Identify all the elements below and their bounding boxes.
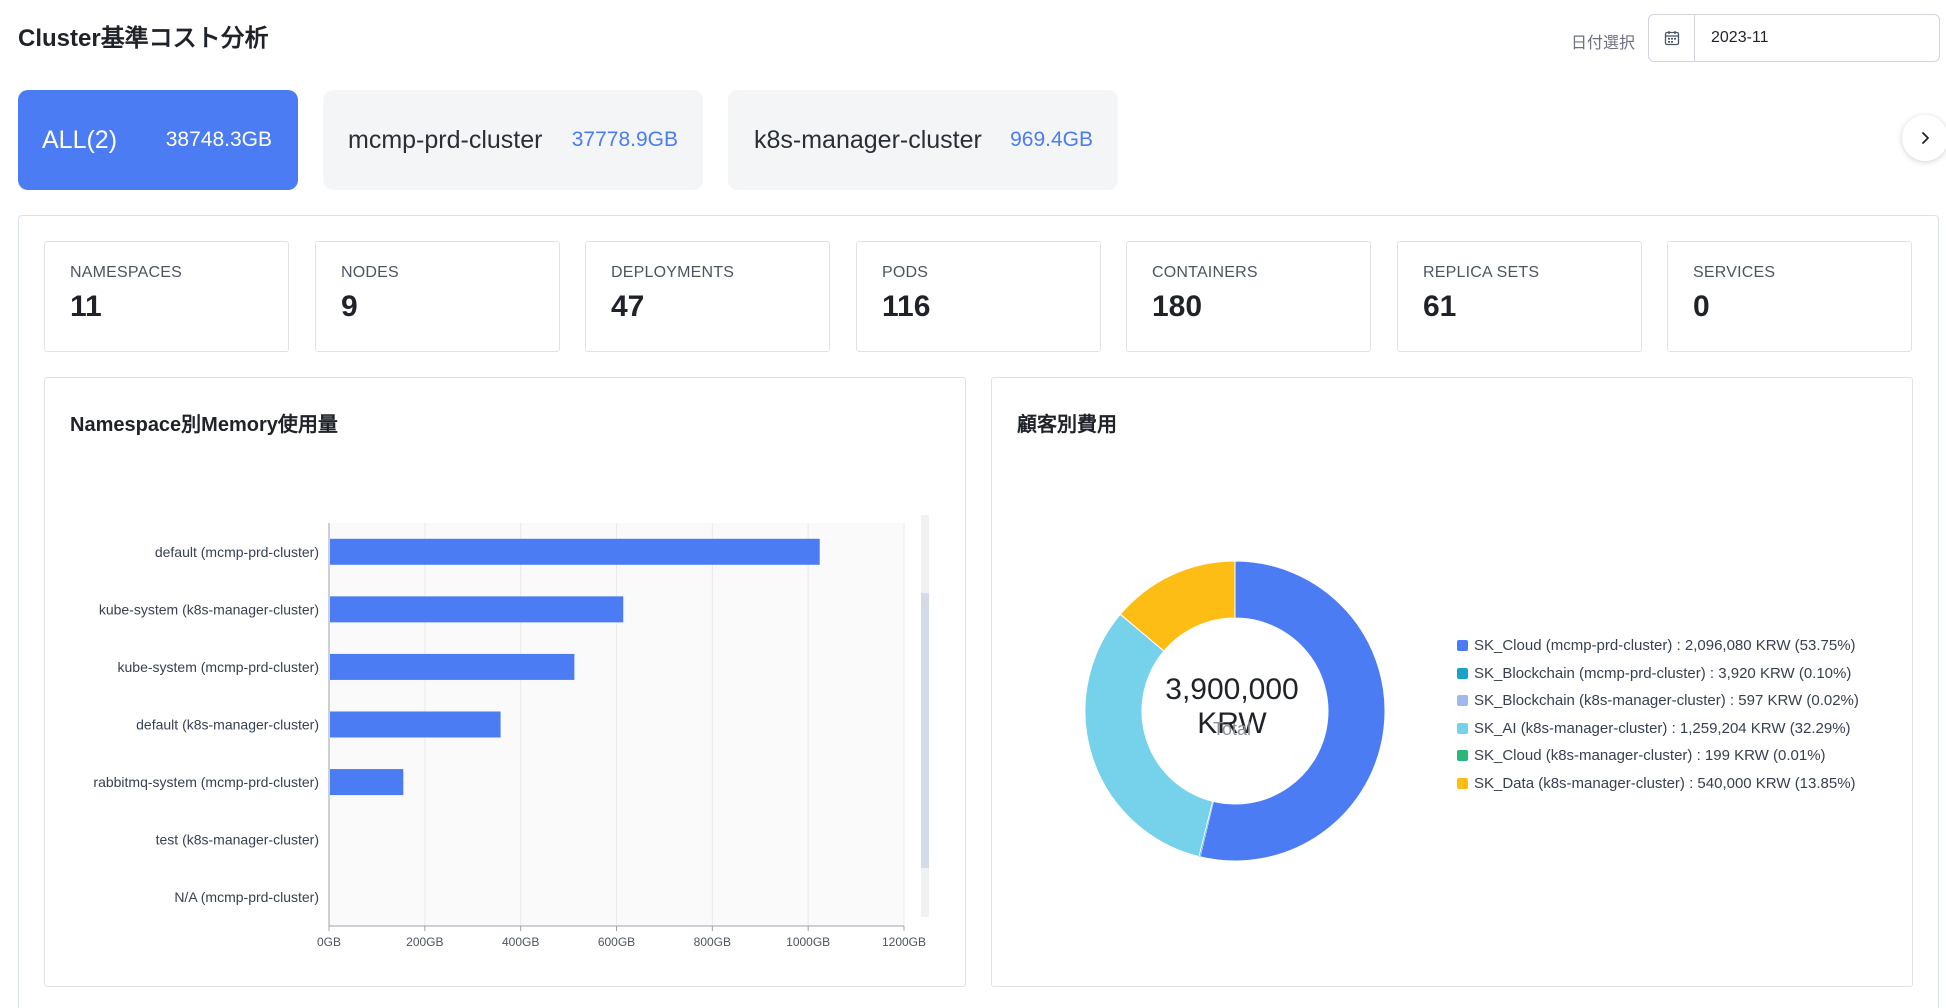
legend-swatch [1457, 722, 1468, 734]
stat-pods: PODS 116 [856, 241, 1101, 352]
stat-value: 61 [1423, 290, 1457, 323]
cluster-tab-name: ALL(2) [42, 125, 118, 154]
scrollbar-handle[interactable] [921, 593, 929, 868]
stat-value: 47 [611, 290, 645, 323]
x-tick-label: 0GB [317, 935, 341, 949]
x-tick-label: 600GB [598, 935, 635, 949]
bar[interactable] [330, 653, 575, 680]
cost-legend: SK_Cloud (mcmp-prd-cluster) : 2,096,080 … [1457, 632, 1859, 797]
cluster-tab-size: 969.4GB [1010, 128, 1093, 151]
bar[interactable] [330, 596, 624, 623]
x-tick-label: 800GB [694, 935, 731, 949]
legend-swatch [1457, 695, 1468, 707]
cluster-tab-all[interactable]: ALL(2) 38748.3GB [18, 90, 298, 190]
y-category-label: default (mcmp-prd-cluster) [155, 544, 319, 560]
stat-label: NODES [341, 264, 399, 281]
label-clip [45, 513, 71, 936]
stat-nodes: NODES 9 [315, 241, 560, 352]
legend-swatch [1457, 640, 1468, 652]
bar[interactable] [330, 538, 820, 565]
stat-value: 116 [882, 290, 931, 323]
cluster-tab-size: 38748.3GB [165, 128, 272, 151]
cluster-tab-k8s-manager-cluster[interactable]: k8s-manager-cluster 969.4GB [728, 90, 1118, 190]
x-tick-label: 400GB [502, 935, 539, 949]
x-tick-label: 1000GB [786, 935, 830, 949]
y-category-label: kube-system (k8s-manager-cluster) [99, 601, 319, 617]
date-picker[interactable]: 2023-11 [1648, 14, 1940, 62]
chevron-right-icon [1922, 132, 1929, 144]
calendar-icon[interactable] [1649, 15, 1695, 61]
page-title: Cluster基準コスト分析 [18, 25, 269, 52]
stat-services: SERVICES 0 [1667, 241, 1912, 352]
legend-item[interactable]: SK_Cloud (mcmp-prd-cluster) : 2,096,080 … [1457, 632, 1859, 660]
legend-item[interactable]: SK_Data (k8s-manager-cluster) : 540,000 … [1457, 770, 1859, 798]
x-tick-label: 1200GB [882, 935, 926, 949]
y-category-label: test (k8s-manager-cluster) [156, 832, 319, 848]
stat-value: 11 [70, 290, 102, 323]
y-category-label: default (k8s-manager-cluster) [136, 717, 319, 733]
stat-label: DEPLOYMENTS [611, 264, 735, 281]
next-button[interactable] [1902, 115, 1946, 161]
stat-value: 0 [1693, 290, 1710, 323]
legend-label: SK_Blockchain (k8s-manager-cluster) : 59… [1474, 692, 1859, 710]
stat-label: REPLICA SETS [1423, 264, 1540, 281]
stat-label: SERVICES [1693, 264, 1776, 281]
bar[interactable] [330, 711, 501, 738]
memory-usage-card: Namespace別Memory使用量 0GB 200GB 400GB 600GB 80… [44, 377, 966, 987]
legend-label: SK_Data (k8s-manager-cluster) : 540,000 … [1474, 774, 1856, 792]
legend-label: SK_AI (k8s-manager-cluster) : 1,259,204 … [1474, 719, 1851, 737]
legend-label: SK_Cloud (mcmp-prd-cluster) : 2,096,080 … [1474, 637, 1856, 655]
cluster-tab-size: 37778.9GB [571, 128, 678, 151]
x-tick-label: 200GB [406, 935, 443, 949]
stat-value: 180 [1152, 290, 1203, 323]
legend-item[interactable]: SK_Blockchain (mcmp-prd-cluster) : 3,920… [1457, 660, 1859, 688]
donut-total-label: Total [1212, 719, 1252, 739]
cost-card-title: 顧客別費用 [1017, 414, 1117, 436]
stat-namespaces: NAMESPACES 11 [44, 241, 289, 352]
stat-replica-sets: REPLICA SETS 61 [1397, 241, 1642, 352]
memory-bar-chart: 0GB 200GB 400GB 600GB 800GB 1000GB 1200GB defau… [45, 513, 929, 949]
legend-item[interactable]: SK_Blockchain (k8s-manager-cluster) : 59… [1457, 687, 1859, 715]
legend-item[interactable]: SK_AI (k8s-manager-cluster) : 1,259,204 … [1457, 715, 1859, 743]
stat-label: CONTAINERS [1152, 264, 1258, 281]
y-category-label: N/A (mcmp-prd-cluster) [174, 889, 319, 905]
y-category-label: rabbitmq-system (mcmp-prd-cluster) [93, 774, 319, 790]
cluster-tab-mcmp-prd-cluster[interactable]: mcmp-prd-cluster 37778.9GB [323, 90, 703, 190]
legend-item[interactable]: SK_Cloud (k8s-manager-cluster) : 199 KRW… [1457, 742, 1859, 770]
stat-containers: CONTAINERS 180 [1126, 241, 1371, 352]
date-value[interactable]: 2023-11 [1695, 29, 1769, 47]
legend-swatch [1457, 750, 1468, 762]
cluster-tab-name: k8s-manager-cluster [754, 125, 982, 154]
bar[interactable] [330, 769, 404, 796]
stat-deployments: DEPLOYMENTS 47 [585, 241, 830, 352]
legend-label: SK_Cloud (k8s-manager-cluster) : 199 KRW… [1474, 747, 1826, 765]
stat-label: NAMESPACES [70, 264, 182, 281]
stat-label: PODS [882, 264, 929, 281]
date-label: 日付選択 [1571, 35, 1636, 52]
legend-swatch [1457, 777, 1468, 789]
legend-swatch [1457, 667, 1468, 679]
y-category-label: kube-system (mcmp-prd-cluster) [118, 659, 319, 675]
cluster-tab-name: mcmp-prd-cluster [348, 125, 543, 154]
stat-value: 9 [341, 290, 358, 323]
legend-label: SK_Blockchain (mcmp-prd-cluster) : 3,920… [1474, 664, 1852, 682]
